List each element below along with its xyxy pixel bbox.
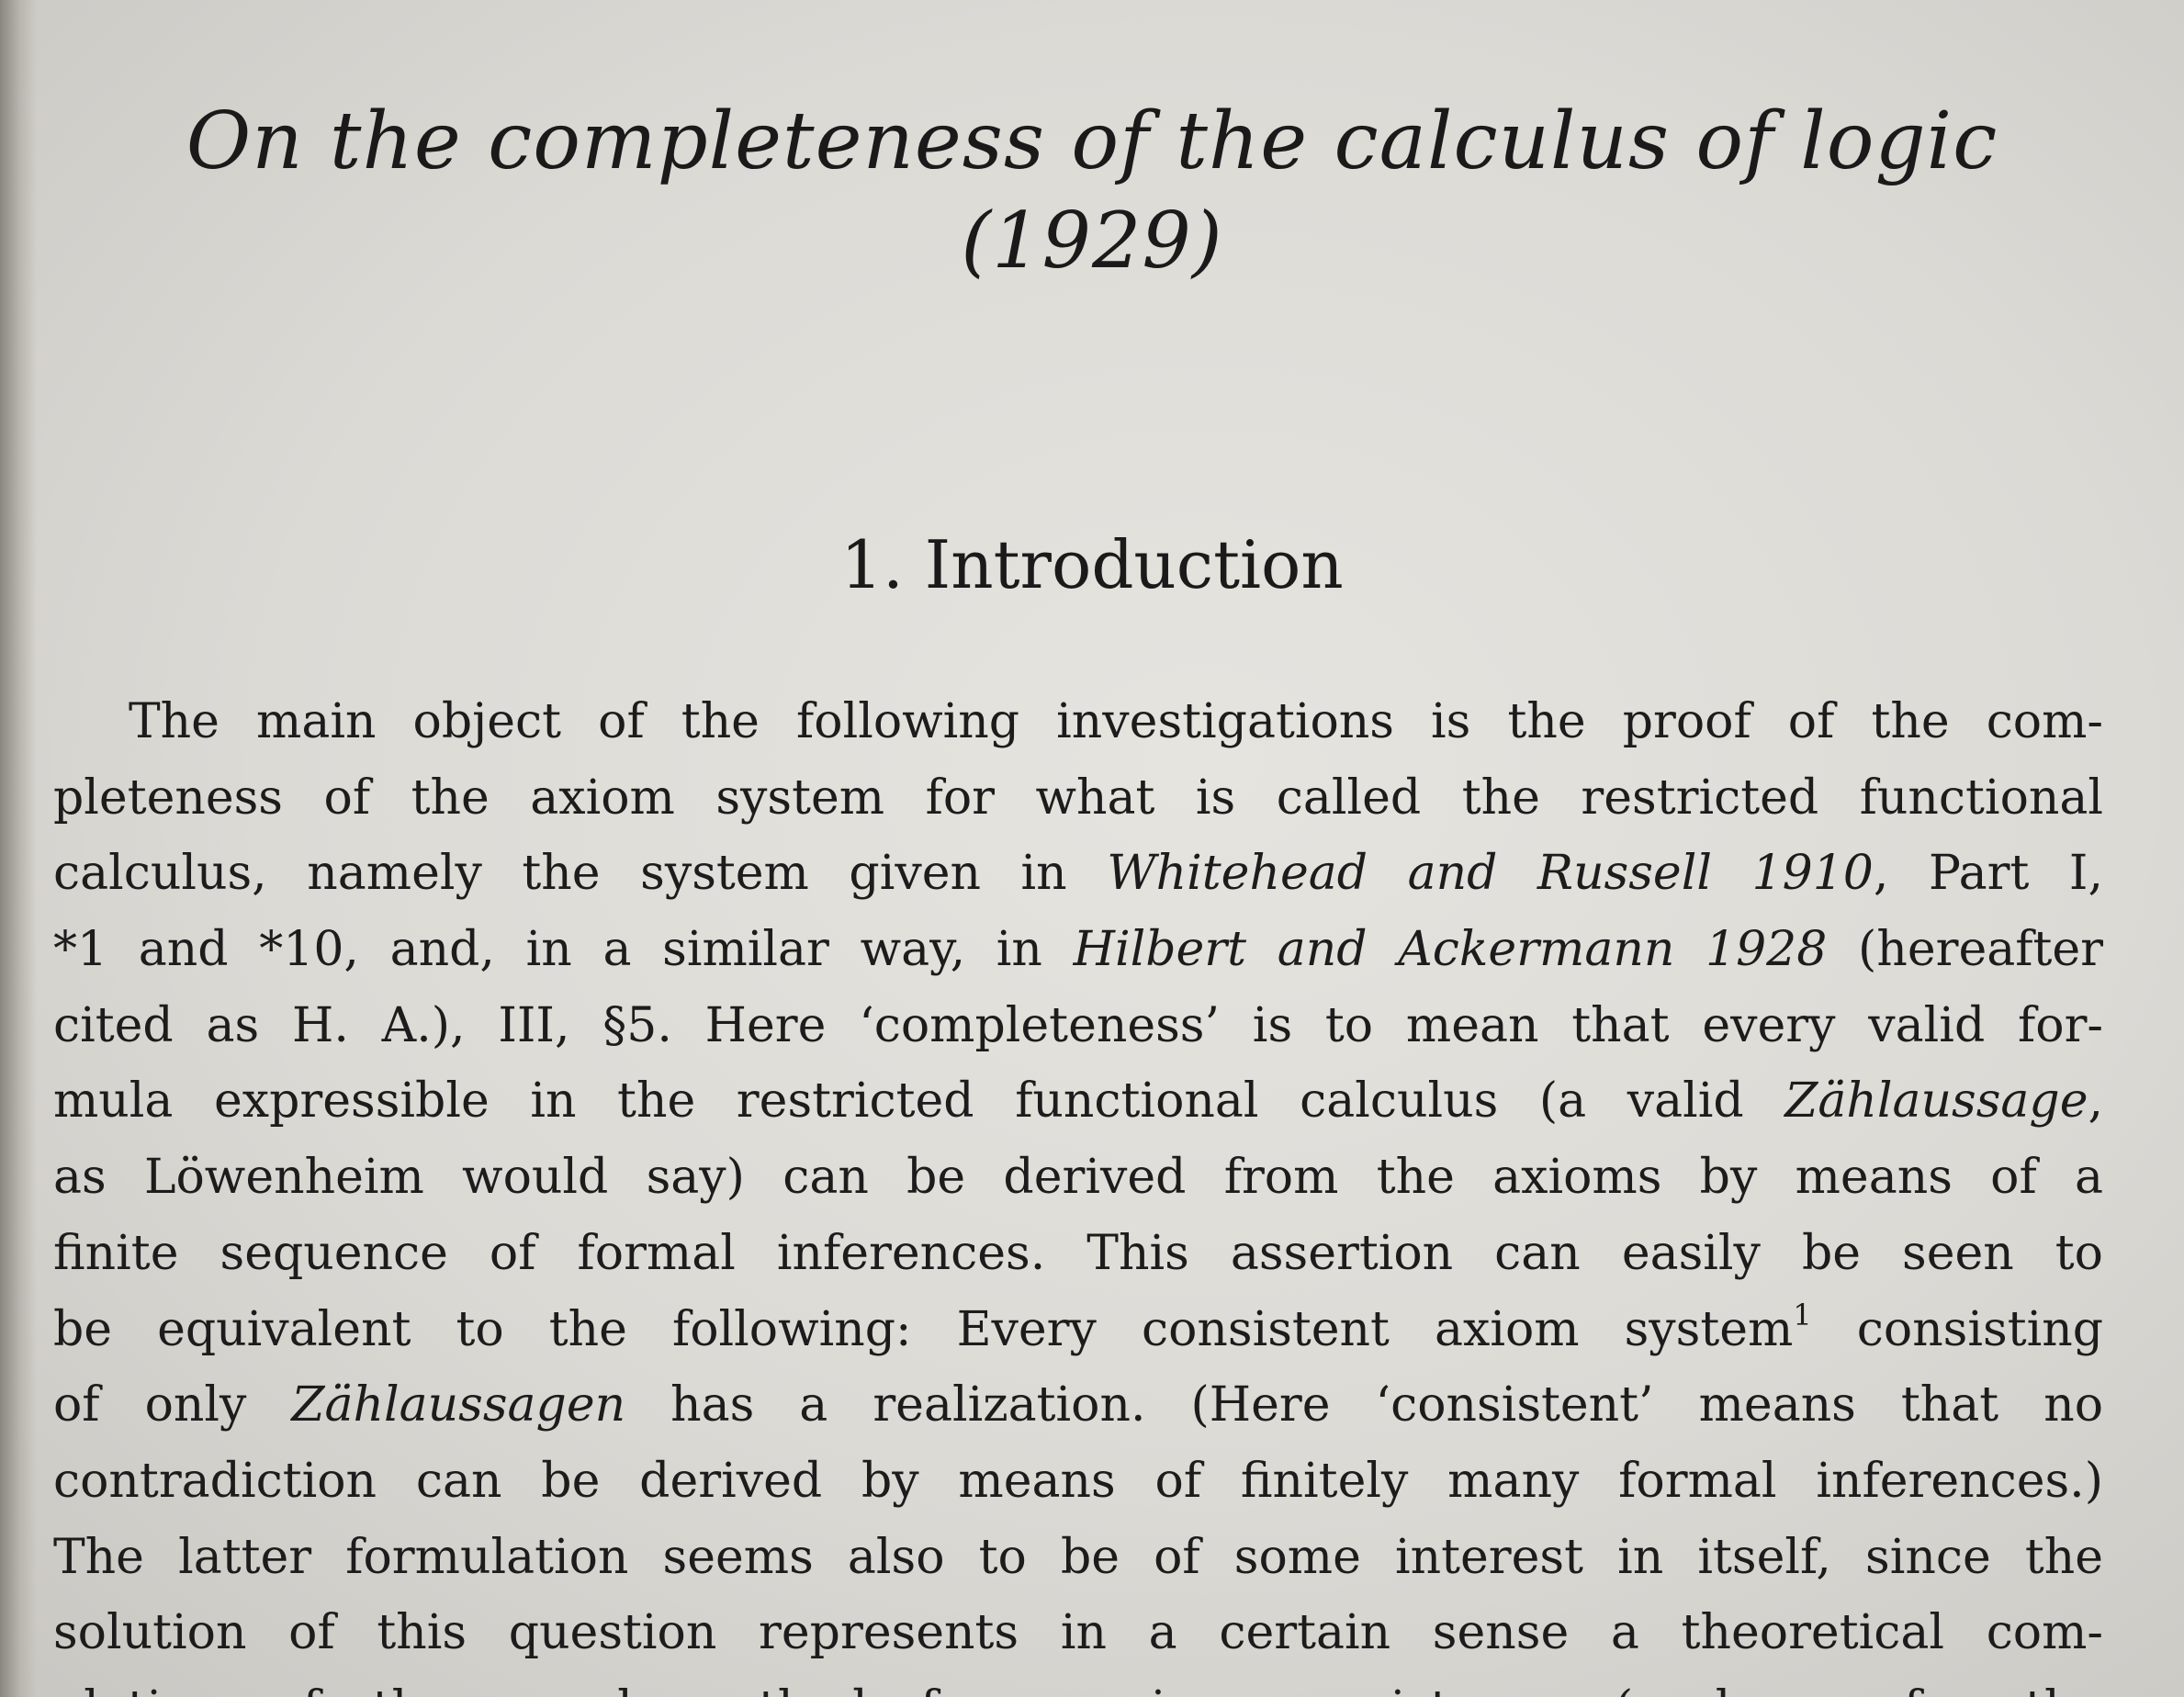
paragraph-line: pleteness of the axiom system for what i… (53, 760, 2103, 837)
paragraph-line: of only Zählaussagen has a realization. … (53, 1367, 2103, 1444)
body-paragraph: The main object of the following investi… (53, 684, 2103, 1697)
paragraph-line: contradiction can be derived by means of… (53, 1444, 2103, 1520)
italic-citation: Hilbert and Ackermann 1928 (1073, 922, 1828, 978)
line-text: pletion of the usual method for proving … (53, 1681, 2103, 1697)
chapter-title: On the completeness of the calculus of l… (0, 92, 2184, 290)
book-page: On the completeness of the calculus of l… (0, 0, 2184, 1697)
line-text: The latter formulation seems also to be … (53, 1529, 2103, 1585)
line-text: (hereafter (1827, 922, 2103, 978)
line-text: finite sequence of formal inferences. Th… (53, 1225, 2103, 1281)
footnote-marker: 1 (1793, 1297, 1812, 1332)
paragraph-line: be equivalent to the following: Every co… (53, 1292, 2103, 1368)
line-text: mula expressible in the restricted funct… (53, 1073, 1785, 1129)
line-text: solution of this question represents in … (53, 1605, 2103, 1661)
paragraph-line: The latter formulation seems also to be … (53, 1520, 2103, 1596)
line-text: as Löwenheim would say) can be derived f… (53, 1150, 2103, 1206)
line-text: , Part I, (1873, 846, 2103, 902)
line-text: *1 and *10, and, in a similar way, in (53, 922, 1074, 978)
paragraph-line: finite sequence of formal inferences. Th… (53, 1216, 2103, 1292)
italic-citation: Zählaussagen (291, 1377, 626, 1433)
paragraph-line: The main object of the following investi… (53, 684, 2103, 760)
paragraph-line: mula expressible in the restricted funct… (53, 1063, 2103, 1140)
section-heading: 1. Introduction (840, 526, 1344, 603)
line-text: consisting (1811, 1301, 2103, 1357)
paragraph-line: solution of this question represents in … (53, 1595, 2103, 1671)
chapter-title-year: (1929) (961, 196, 1223, 286)
line-text: calculus, namely the system given in (53, 846, 1108, 902)
line-text: , (2088, 1073, 2103, 1129)
line-text: contradiction can be derived by means of… (53, 1453, 2103, 1509)
line-text: be equivalent to the following: Every co… (53, 1301, 1794, 1357)
line-text: cited as H. A.), III, §5. Here ‘complete… (53, 997, 2103, 1053)
line-text: has a realization. (Here ‘consistent’ me… (625, 1377, 2103, 1433)
paragraph-line: cited as H. A.), III, §5. Here ‘complete… (53, 988, 2103, 1064)
italic-citation: Whitehead and Russell 1910 (1107, 846, 1874, 902)
line-text: of only (53, 1377, 292, 1433)
paragraph-line: *1 and *10, and, in a similar way, in Hi… (53, 912, 2103, 988)
chapter-title-main: On the completeness of the calculus of l… (186, 96, 1998, 187)
paragraph-line: calculus, namely the system given in Whi… (53, 836, 2103, 912)
paragraph-line: as Löwenheim would say) can be derived f… (53, 1140, 2103, 1216)
line-text: pleteness of the axiom system for what i… (53, 770, 2103, 826)
italic-citation: Zählaussage (1784, 1073, 2088, 1129)
paragraph-line: pletion of the usual method for proving … (53, 1671, 2103, 1697)
line-text: The main object of the following investi… (129, 694, 2103, 749)
